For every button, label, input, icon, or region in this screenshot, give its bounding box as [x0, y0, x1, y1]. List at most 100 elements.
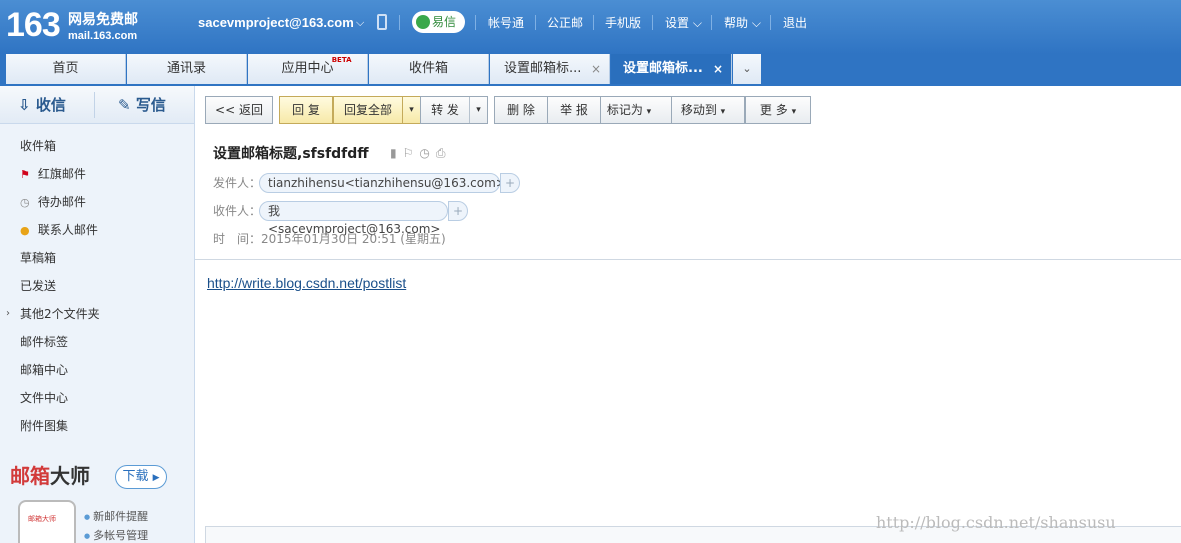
contact-person-icon: ● [20, 224, 30, 237]
receive-label: 收信 [35, 96, 66, 114]
close-icon[interactable]: × [713, 54, 723, 84]
chevron-down-icon[interactable]: ⌵ [356, 14, 364, 32]
link-notary-mail[interactable]: 公正邮 [547, 14, 583, 32]
bookmark-icon[interactable]: ▮ [390, 146, 403, 160]
sidebar-item-other-folders[interactable]: 其他2个文件夹 [20, 304, 100, 324]
forward-button[interactable]: 转 发 ▾ [420, 96, 488, 124]
flag-icon[interactable]: ⚐ [403, 146, 420, 160]
clock-icon: ◷ [20, 196, 30, 209]
recipient-pill[interactable]: 我<sacevmproject@163.com> [259, 201, 448, 236]
link-help[interactable]: 帮助 ⌵ [724, 14, 761, 32]
sidebar-item-mail-center[interactable]: 邮箱中心 [20, 360, 68, 380]
divider [593, 15, 594, 30]
divider [535, 15, 536, 30]
tab-label: 设置邮箱标... [623, 61, 703, 76]
receive-button[interactable]: ⇩ 收信 [18, 86, 66, 124]
tab-mail-1[interactable]: 设置邮箱标... × [490, 54, 610, 84]
tab-label: 通讯录 [166, 61, 206, 76]
sidebar-item-mail-tags[interactable]: 邮件标签 [20, 332, 68, 352]
divider [475, 15, 476, 30]
more-button[interactable]: 更 多 ▾ [745, 96, 811, 124]
sender-pill[interactable]: tianzhihensu<tianzhihensu@163.com> [259, 173, 506, 193]
folder-label: 联系人邮件 [37, 223, 98, 237]
move-label: 移动到 [680, 103, 717, 117]
download-label: 下载 [122, 469, 149, 484]
red-flag-icon: ⚑ [20, 168, 30, 181]
mobile-phone-icon[interactable] [377, 14, 387, 30]
sidebar-item-drafts[interactable]: 草稿箱 [20, 248, 56, 268]
time-value: 2015年01月30日 20:51 (星期五) [261, 232, 446, 246]
folder-label: 红旗邮件 [37, 167, 86, 181]
tab-label: 收件箱 [408, 61, 448, 76]
tab-list-dropdown[interactable]: ⌄ [733, 54, 761, 84]
chevron-down-icon: ▾ [720, 107, 726, 117]
mail-reader: << 返回 回 复 回复全部 ▾ 转 发 ▾ 删 除 举 报 标记为 ▾ 移动到 ▾… [195, 86, 1181, 543]
print-icon[interactable]: ⎙ [436, 146, 452, 160]
more-label: 更 多 [759, 103, 788, 117]
receive-icon: ⇩ [18, 96, 31, 114]
divider [770, 15, 771, 30]
sidebar-item-file-center[interactable]: 文件中心 [20, 388, 68, 408]
mail-body-link[interactable]: http://write.blog.csdn.net/postlist [207, 275, 406, 291]
link-logout[interactable]: 退出 [783, 14, 807, 32]
chevron-down-icon[interactable]: ▾ [469, 97, 487, 123]
back-button[interactable]: << 返回 [205, 96, 273, 124]
link-account-pass[interactable]: 帐号通 [488, 14, 524, 32]
help-label: 帮助 [724, 16, 749, 30]
compose-icon: ✎ [118, 96, 131, 114]
folder-label: 待办邮件 [37, 195, 86, 209]
promo-download-button[interactable]: 下载 ▶ [115, 465, 167, 489]
reply-all-label: 回复全部 [343, 103, 392, 117]
chevron-down-icon: ▾ [646, 107, 652, 117]
add-contact-icon[interactable]: + [500, 173, 520, 193]
mail-toolbar: << 返回 回 复 回复全部 ▾ 转 发 ▾ 删 除 举 报 标记为 ▾ 移动到 ▾… [195, 86, 1181, 130]
promo-feature: 新邮件提醒 [84, 509, 148, 525]
watermark: http://blog.csdn.net/shansusu [876, 513, 1116, 532]
promo-title: 邮箱大师 [10, 463, 90, 489]
yixin-label: 易信 [432, 15, 457, 29]
beta-badge: BETA [331, 56, 352, 64]
divider [652, 15, 653, 30]
close-icon[interactable]: × [591, 54, 601, 84]
mail-subject: 设置邮箱标题,sfsfdfdff [213, 146, 369, 162]
tab-mail-active[interactable]: 设置邮箱标... × [611, 54, 732, 84]
time-label: 时 间：2015年01月30日 20:51 (星期五) [213, 230, 446, 248]
logo-number[interactable]: 163 [6, 6, 61, 44]
compose-bar: ⇩ 收信 ✎ 写信 [0, 86, 194, 124]
tab-label: 首页 [52, 61, 79, 76]
promo-title-red: 邮箱 [10, 464, 50, 488]
delete-button[interactable]: 删 除 [494, 96, 548, 124]
sidebar-item-attachments[interactable]: 附件图集 [20, 416, 68, 436]
yixin-button[interactable]: 易信 [412, 11, 465, 33]
tab-contacts[interactable]: 通讯录 [127, 54, 247, 84]
account-name[interactable]: sacevmproject@163.com [198, 14, 354, 32]
divider [399, 15, 400, 30]
mark-label: 标记为 [606, 103, 643, 117]
divider [94, 92, 95, 118]
chevron-down-icon[interactable]: ▾ [402, 97, 420, 123]
report-button[interactable]: 举 报 [547, 96, 601, 124]
link-settings[interactable]: 设置 ⌵ [665, 14, 702, 32]
mail-header: 设置邮箱标题,sfsfdfdff ▮⚐◷⎙ 发件人： tianzhihensu<… [195, 130, 1181, 260]
clock-icon[interactable]: ◷ [419, 146, 435, 160]
chevron-right-icon[interactable]: › [6, 308, 10, 319]
tab-app-center[interactable]: 应用中心 BETA [248, 54, 368, 84]
settings-label: 设置 [665, 16, 690, 30]
reply-all-button[interactable]: 回复全部 ▾ [333, 96, 421, 124]
tab-label: 设置邮箱标... [504, 61, 582, 76]
add-contact-icon[interactable]: + [448, 201, 468, 221]
sidebar-item-sent[interactable]: 已发送 [20, 276, 56, 296]
sidebar-item-flagged[interactable]: ⚑ 红旗邮件 [20, 164, 86, 184]
sidebar-item-inbox[interactable]: 收件箱 [20, 136, 56, 156]
link-mobile-version[interactable]: 手机版 [605, 14, 641, 32]
sidebar-item-todo[interactable]: ◷ 待办邮件 [20, 192, 86, 212]
sidebar-item-contact-mail[interactable]: ● 联系人邮件 [20, 220, 98, 240]
from-label: 发件人： [213, 176, 262, 190]
compose-button[interactable]: ✎ 写信 [118, 86, 166, 124]
forward-label: 转 发 [431, 103, 459, 117]
tab-inbox[interactable]: 收件箱 [369, 54, 489, 84]
tab-home[interactable]: 首页 [6, 54, 126, 84]
reply-button[interactable]: 回 复 [279, 96, 333, 124]
move-to-button[interactable]: 移动到 ▾ [671, 96, 745, 124]
mark-as-button[interactable]: 标记为 ▾ [600, 96, 672, 124]
